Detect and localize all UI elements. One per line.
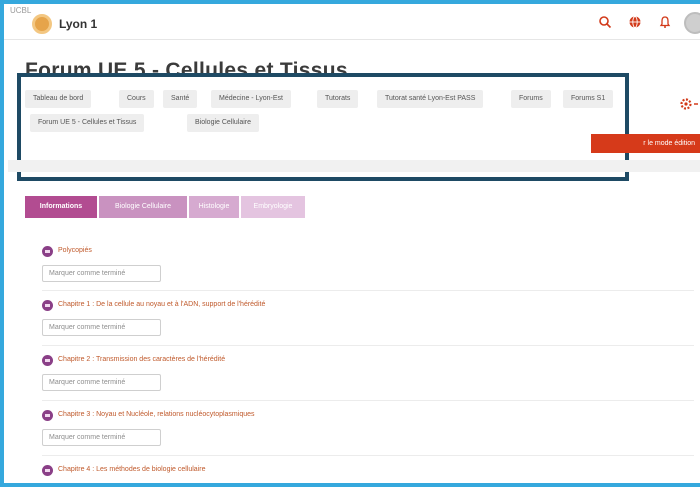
mark-done-button[interactable]: Marquer comme terminé: [42, 374, 161, 391]
divider: [42, 345, 694, 346]
tab-embryologie[interactable]: Embryologie: [241, 196, 305, 218]
mark-done-button[interactable]: Marquer comme terminé: [42, 319, 161, 336]
activity-link[interactable]: Chapitre 3 : Noyau et Nucléole, relation…: [58, 411, 255, 418]
site-logo[interactable]: [32, 14, 52, 34]
divider: [42, 290, 694, 291]
activity-link[interactable]: Chapitre 1 : De la cellule au noyau et à…: [58, 301, 265, 308]
section-separator: [8, 160, 700, 172]
top-navbar: UCBL Lyon 1: [4, 4, 700, 40]
tab-informations[interactable]: Informations: [25, 196, 97, 218]
site-name[interactable]: Lyon 1: [59, 17, 97, 31]
forum-icon: [42, 410, 53, 421]
forum-icon: [42, 246, 53, 257]
avatar[interactable]: [684, 12, 700, 34]
activity-link[interactable]: Chapitre 4 : Les méthodes de biologie ce…: [58, 466, 205, 473]
search-icon[interactable]: [598, 15, 612, 29]
screenshot-frame: UCBL Lyon 1 Forum UE 5 - Cellules et Tis…: [0, 0, 700, 487]
gear-icon[interactable]: [679, 97, 700, 111]
globe-icon[interactable]: [628, 15, 642, 29]
mark-done-button[interactable]: Marquer comme terminé: [42, 265, 161, 282]
bell-icon[interactable]: [658, 15, 672, 29]
divider: [42, 455, 694, 456]
edit-mode-button[interactable]: r le mode édition: [591, 134, 700, 153]
forum-icon: [42, 300, 53, 311]
tab-biologie-cellulaire[interactable]: Biologie Cellulaire: [99, 196, 187, 218]
activity-link[interactable]: Polycopiés: [58, 247, 92, 254]
logo-tag: UCBL: [10, 6, 32, 15]
divider: [42, 400, 694, 401]
forum-icon: [42, 355, 53, 366]
tab-histologie[interactable]: Histologie: [189, 196, 239, 218]
activity-link[interactable]: Chapitre 2 : Transmission des caractères…: [58, 356, 225, 363]
mark-done-button[interactable]: Marquer comme terminé: [42, 429, 161, 446]
forum-icon: [42, 465, 53, 476]
